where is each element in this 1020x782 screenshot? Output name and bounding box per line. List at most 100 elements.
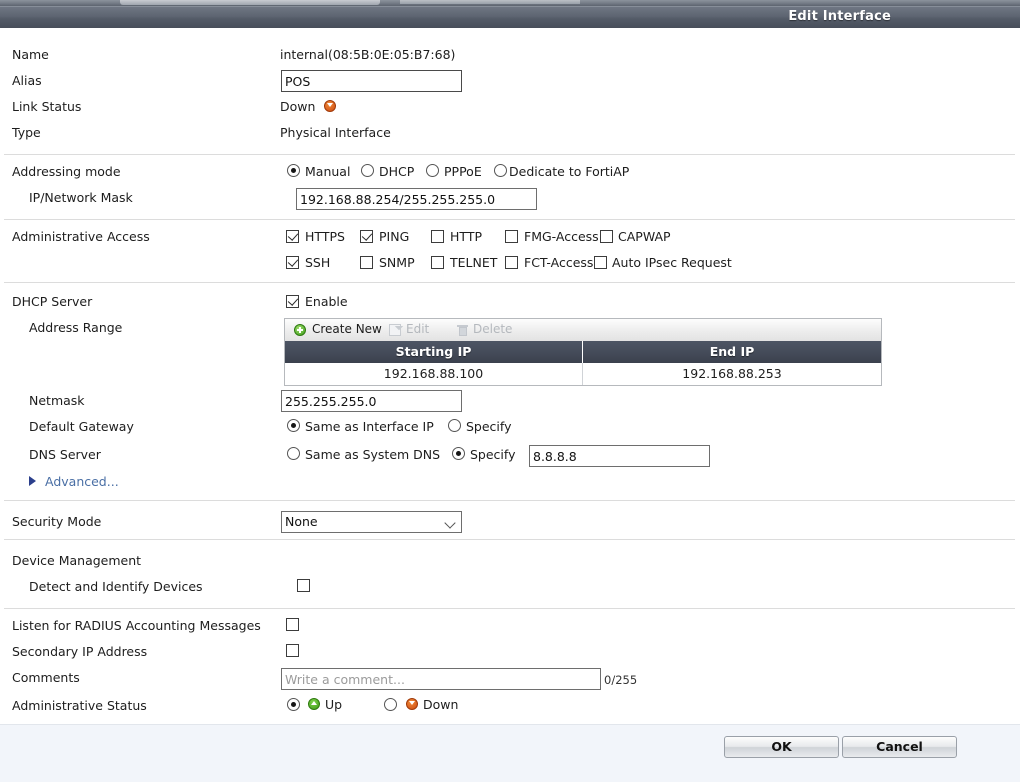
checkbox-telnet-label: TELNET	[450, 255, 498, 270]
radio-dns-same-as-system[interactable]	[287, 447, 300, 460]
section-divider	[4, 539, 1015, 540]
arrow-down-orange-icon	[406, 698, 418, 710]
checkbox-dhcp-enable[interactable]	[286, 295, 299, 308]
security-mode-value: None	[285, 514, 318, 529]
radio-addressing-dhcp-label: DHCP	[379, 164, 415, 179]
ip-network-mask-input[interactable]	[296, 188, 537, 210]
checkbox-snmp[interactable]	[360, 256, 373, 269]
edit-interface-form: Name internal(08:5B:0E:05:B7:68) Alias L…	[0, 30, 1020, 724]
radio-addressing-pppoe-label: PPPoE	[444, 164, 482, 179]
advanced-link[interactable]: Advanced...	[45, 474, 119, 489]
dns-server-label: DNS Server	[29, 447, 101, 462]
create-new-button[interactable]: Create New	[312, 322, 382, 336]
checkbox-http[interactable]	[431, 230, 444, 243]
default-gateway-label: Default Gateway	[29, 419, 134, 434]
checkbox-https[interactable]	[286, 230, 299, 243]
radio-gateway-same-as-interface-ip[interactable]	[287, 419, 300, 432]
alias-input[interactable]	[281, 70, 462, 92]
dhcp-server-label: DHCP Server	[12, 294, 93, 309]
column-header-end-ip[interactable]: End IP	[583, 341, 881, 363]
dhcp-address-range-table: Create New Edit Delete Starting IP End I…	[284, 318, 882, 386]
detect-identify-devices-label: Detect and Identify Devices	[29, 579, 203, 594]
checkbox-ssh[interactable]	[286, 256, 299, 269]
section-divider	[4, 608, 1015, 609]
checkbox-fct-access-label: FCT-Access	[524, 255, 594, 270]
ok-button[interactable]: OK	[724, 736, 839, 758]
dialog-footer: OK Cancel	[0, 724, 1020, 782]
edit-button: Edit	[406, 322, 430, 336]
netmask-input[interactable]	[281, 390, 462, 412]
cancel-button[interactable]: Cancel	[842, 736, 957, 758]
radius-accounting-label: Listen for RADIUS Accounting Messages	[12, 618, 261, 633]
arrow-up-green-icon	[308, 698, 320, 710]
column-divider	[582, 341, 583, 363]
radio-addressing-pppoe[interactable]	[426, 164, 439, 177]
comments-label: Comments	[12, 670, 80, 685]
link-status-label: Link Status	[12, 99, 82, 114]
edit-pencil-icon	[389, 324, 401, 336]
checkbox-radius-accounting[interactable]	[286, 618, 299, 631]
checkbox-telnet[interactable]	[431, 256, 444, 269]
checkbox-fct-access[interactable]	[505, 256, 518, 269]
comments-input[interactable]	[281, 668, 601, 690]
radio-admin-status-up[interactable]	[287, 698, 300, 711]
checkbox-ping-label: PING	[379, 229, 410, 244]
checkbox-dhcp-enable-label: Enable	[305, 294, 348, 309]
radio-gateway-specify-label: Specify	[466, 419, 512, 434]
section-divider	[4, 500, 1015, 501]
checkbox-auto-ipsec-request[interactable]	[594, 256, 607, 269]
section-divider	[4, 282, 1015, 283]
column-header-starting-ip[interactable]: Starting IP	[285, 341, 582, 363]
checkbox-fmg-access[interactable]	[505, 230, 518, 243]
radio-addressing-fortiap-label: Dedicate to FortiAP	[509, 164, 630, 179]
checkbox-snmp-label: SNMP	[379, 255, 415, 270]
comments-char-counter: 0/255	[604, 673, 638, 687]
checkbox-http-label: HTTP	[450, 229, 482, 244]
netmask-label: Netmask	[29, 393, 85, 408]
checkbox-detect-identify-devices[interactable]	[297, 579, 310, 592]
name-value: internal(08:5B:0E:05:B7:68)	[280, 47, 456, 62]
delete-button: Delete	[473, 322, 513, 336]
radio-dns-same-as-system-label: Same as System DNS	[305, 447, 441, 462]
alias-label: Alias	[12, 73, 42, 88]
dialog-titlebar: Edit Interface	[0, 6, 1020, 28]
checkbox-secondary-ip-address[interactable]	[286, 644, 299, 657]
radio-addressing-fortiap[interactable]	[494, 164, 507, 177]
section-divider	[4, 219, 1015, 220]
trash-icon	[457, 324, 468, 336]
chevron-down-icon	[444, 517, 456, 529]
checkbox-fmg-access-label: FMG-Access	[524, 229, 599, 244]
checkbox-ping[interactable]	[360, 230, 373, 243]
table-row[interactable]: 192.168.88.100	[285, 363, 582, 385]
type-label: Type	[12, 125, 41, 140]
ip-network-mask-label: IP/Network Mask	[29, 190, 133, 205]
security-mode-select[interactable]: None	[281, 511, 462, 533]
radio-addressing-manual[interactable]	[287, 164, 300, 177]
checkbox-https-label: HTTPS	[305, 229, 345, 244]
radio-gateway-specify[interactable]	[448, 419, 461, 432]
radio-admin-status-down[interactable]	[384, 698, 397, 711]
checkbox-auto-ipsec-request-label: Auto IPsec Request	[612, 255, 732, 270]
security-mode-label: Security Mode	[12, 514, 102, 529]
name-label: Name	[12, 47, 49, 62]
checkbox-capwap-label: CAPWAP	[618, 229, 671, 244]
checkbox-ssh-label: SSH	[305, 255, 331, 270]
checkbox-capwap[interactable]	[600, 230, 613, 243]
section-divider	[4, 154, 1015, 155]
dialog-title: Edit Interface	[788, 9, 891, 24]
device-management-label: Device Management	[12, 553, 142, 568]
type-value: Physical Interface	[280, 125, 391, 140]
radio-addressing-dhcp[interactable]	[361, 164, 374, 177]
radio-dns-specify[interactable]	[452, 447, 465, 460]
table-row[interactable]: 192.168.88.253	[583, 363, 881, 385]
radio-admin-status-down-label: Down	[423, 697, 459, 712]
browser-tab[interactable]	[120, 0, 380, 5]
browser-tab-secondary[interactable]	[400, 0, 580, 4]
administrative-status-label: Administrative Status	[12, 698, 147, 713]
arrow-down-orange-icon	[324, 100, 336, 112]
administrative-access-label: Administrative Access	[12, 229, 150, 244]
dns-specify-input[interactable]	[529, 445, 710, 467]
link-status-value: Down	[280, 99, 316, 114]
radio-addressing-manual-label: Manual	[305, 164, 351, 179]
radio-admin-status-up-label: Up	[325, 697, 343, 712]
